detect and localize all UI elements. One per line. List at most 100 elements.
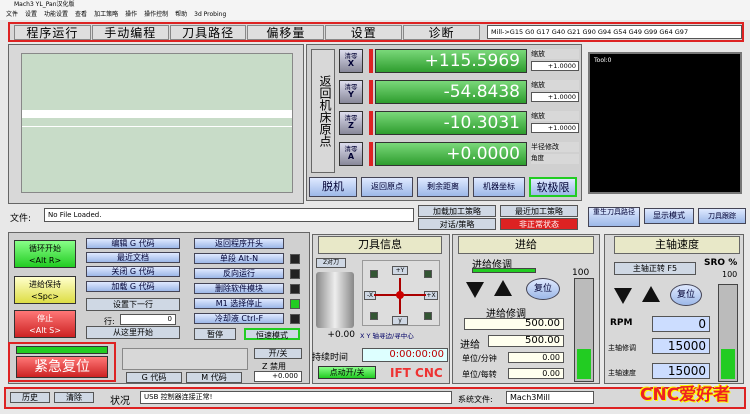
- feed-header: 进给: [458, 236, 594, 254]
- line-number-field[interactable]: 0: [120, 314, 176, 325]
- units-rev-value: 0.00: [508, 368, 564, 379]
- sro-label: SRO %: [704, 258, 738, 268]
- z-inhibit-toggle-button[interactable]: 开/关: [254, 348, 302, 359]
- regen-toolpath-button[interactable]: 重生刀具路径: [588, 207, 640, 227]
- tab-0[interactable]: 程序运行: [14, 24, 91, 40]
- scale-y-value[interactable]: +1.0000: [531, 92, 579, 102]
- menu-item[interactable]: 帮助: [175, 11, 187, 18]
- return-home-label[interactable]: 返回机床原点: [311, 49, 335, 173]
- recent-file-button[interactable]: 最近文档: [86, 252, 180, 263]
- spindle-slider[interactable]: [718, 284, 738, 382]
- tab-3[interactable]: 偏移量: [247, 24, 325, 40]
- tool-image: [316, 272, 354, 328]
- run-from-here-button[interactable]: 从这里开始: [86, 326, 180, 339]
- file-label: 文件:: [10, 214, 32, 224]
- menu-item[interactable]: 查看: [75, 11, 87, 18]
- scale-x-value[interactable]: +1.0000: [531, 61, 579, 71]
- dialog-strategy-button[interactable]: 对话/策略: [418, 218, 496, 230]
- jog-toggle-button[interactable]: 点动开/关: [318, 366, 376, 379]
- spindle-speed-value: 15000: [652, 363, 710, 379]
- tab-4[interactable]: 设置: [325, 24, 403, 40]
- scale-z-value[interactable]: +1.0000: [531, 123, 579, 133]
- clear-z-button[interactable]: 清零 Z: [339, 111, 363, 135]
- dro-z[interactable]: -10.3031: [375, 111, 527, 135]
- load-strategy-button[interactable]: 加载加工策略: [418, 205, 496, 217]
- dro-button-2[interactable]: 剩余距离: [417, 177, 469, 197]
- edit-gcode-button[interactable]: 编辑 G 代码: [86, 238, 180, 249]
- status-label: 状况: [110, 396, 130, 407]
- stop-button[interactable]: 停止 <Alt S>: [14, 310, 76, 338]
- g-code-button[interactable]: G 代码: [126, 372, 182, 383]
- dro-panel: 返回机床原点 清零 X +115.5969 缩放 +1.0000 清零 Y -54.8…: [306, 44, 582, 201]
- tab-5[interactable]: 诊断: [403, 24, 480, 40]
- tool-info-header: 刀具信息: [318, 236, 442, 254]
- clear-y-button[interactable]: 清零 Y: [339, 80, 363, 104]
- profile-value: Mach3Mill: [506, 391, 594, 404]
- menu-item[interactable]: 文件: [6, 11, 18, 18]
- axis-z-led: [369, 111, 373, 135]
- history-button[interactable]: 历史: [10, 392, 50, 403]
- coolant-button[interactable]: 冷却液 Ctrl-F: [194, 313, 284, 324]
- z-inhibit-value[interactable]: +0.000: [254, 371, 302, 382]
- gcode-view[interactable]: [21, 53, 293, 193]
- menu-item[interactable]: 设置: [25, 11, 37, 18]
- dro-button-4[interactable]: 软极限: [529, 177, 577, 197]
- recent-strategy-button[interactable]: 最近加工策略: [500, 205, 578, 217]
- jog-follow-button[interactable]: 刀具跟踪: [698, 208, 746, 224]
- display-mode-button[interactable]: 显示模式: [644, 208, 694, 224]
- clear-a-button[interactable]: 清零 A: [339, 142, 363, 166]
- clear-x-button[interactable]: 清零 X: [339, 49, 363, 73]
- dro-a[interactable]: +0.0000: [375, 142, 527, 166]
- dro-x[interactable]: +115.5969: [375, 49, 527, 73]
- abnormal-status-button[interactable]: 非正常状态: [500, 218, 578, 230]
- spindle-cw-button[interactable]: 主轴正转 F5: [614, 262, 696, 275]
- menu-item[interactable]: 3d Probing: [194, 11, 226, 18]
- jog-plus-y-button[interactable]: +Y: [392, 266, 408, 275]
- feed-override-value: 100: [572, 268, 590, 278]
- single-step-button[interactable]: 单段 Alt-N: [194, 253, 284, 264]
- dro-button-3[interactable]: 机器坐标: [473, 177, 525, 197]
- delete-block-button[interactable]: 删除软件模块: [194, 283, 284, 294]
- set-next-line-button[interactable]: 设置下一行: [86, 298, 180, 311]
- run-time-label: 持续时间: [312, 353, 349, 363]
- scale-a-value[interactable]: 角度: [531, 154, 579, 164]
- axis-x-led: [369, 49, 373, 73]
- spindle-reset-button[interactable]: 复位: [670, 284, 702, 306]
- jog-corner-tl: [370, 270, 378, 278]
- dro-button-0[interactable]: 脱机: [309, 177, 357, 197]
- z-touch-button[interactable]: Z对刀: [316, 258, 346, 268]
- feed-reset-button[interactable]: 复位: [526, 278, 560, 300]
- return-start-button[interactable]: 返回程序开头: [194, 238, 284, 249]
- jog-y-button[interactable]: y: [392, 316, 408, 325]
- menu-item[interactable]: 操作控制: [144, 11, 168, 18]
- cycle-start-button[interactable]: 循环开始 <Alt R>: [14, 240, 76, 268]
- menu-item[interactable]: 加工策略: [94, 11, 118, 18]
- units-min-label: 单位/分钟: [462, 354, 497, 363]
- toolpath-display[interactable]: Tool:0: [588, 52, 742, 194]
- load-gcode-button[interactable]: 加载 G 代码: [86, 281, 180, 292]
- jog-corner-tr: [424, 270, 432, 278]
- tab-1[interactable]: 手动编程: [91, 24, 169, 40]
- feed-slider[interactable]: [574, 278, 594, 382]
- m1-stop-button[interactable]: M1 选择停止: [194, 298, 284, 309]
- feed-hold-button[interactable]: 进给保持 <Spc>: [14, 276, 76, 304]
- m-code-button[interactable]: M 代码: [186, 372, 242, 383]
- rapid-mode-button[interactable]: 恒速模式: [244, 328, 300, 340]
- xy-center-label: X Y 轴寻边/寻中心: [360, 332, 414, 340]
- tab-bar: 程序运行 手动编程 刀具路径 偏移量 设置 诊断 Mill->G15 G0 G17 G40 …: [8, 22, 744, 42]
- pause-button[interactable]: 暂停: [194, 328, 236, 340]
- dro-button-1[interactable]: 返回原点: [361, 177, 413, 197]
- emergency-reset-button[interactable]: 紧急复位: [16, 356, 108, 378]
- jog-plus-x-button[interactable]: +X: [424, 291, 438, 300]
- clear-button[interactable]: 清除: [54, 392, 94, 403]
- units-min-value: 0.00: [508, 352, 564, 363]
- menu-item[interactable]: 功能设置: [44, 11, 68, 18]
- feedrate-value[interactable]: 500.00: [464, 318, 564, 330]
- menu-item[interactable]: 操作: [125, 11, 137, 18]
- dro-y[interactable]: -54.8438: [375, 80, 527, 104]
- feed-label: 进给: [460, 340, 480, 351]
- reverse-run-button[interactable]: 反向运行: [194, 268, 284, 279]
- close-gcode-button[interactable]: 关闭 G 代码: [86, 266, 180, 277]
- tab-2[interactable]: 刀具路径: [169, 24, 247, 40]
- spindle-override-value[interactable]: 15000: [652, 338, 710, 354]
